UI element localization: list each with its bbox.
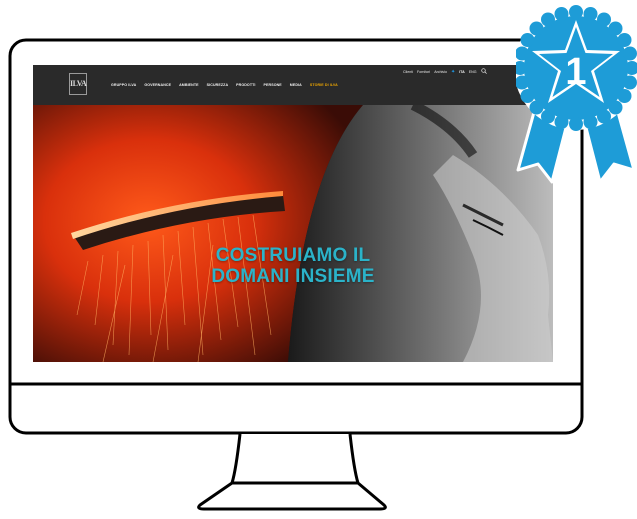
nav-item-governance[interactable]: GOVERNANCE — [144, 82, 171, 88]
illustration: ILVA GRUPPO ILVA GOVERNANCE AMBIENTE SIC… — [0, 0, 637, 519]
website-navbar: ILVA GRUPPO ILVA GOVERNANCE AMBIENTE SIC… — [33, 65, 553, 105]
hero-headline-line-2: DOMANI INSIEME — [211, 266, 375, 287]
top-link-clienti[interactable]: Clienti — [403, 69, 413, 75]
twitter-icon[interactable]: ✦ — [451, 69, 455, 75]
top-link-fornitori[interactable]: Fornitori — [417, 69, 430, 75]
nav-item-persone[interactable]: PERSONE — [264, 82, 282, 88]
website-screenshot: ILVA GRUPPO ILVA GOVERNANCE AMBIENTE SIC… — [33, 65, 553, 362]
top-link-archivio[interactable]: Archivio — [434, 69, 447, 75]
nav-item-media[interactable]: MEDIA — [290, 82, 302, 88]
main-navigation: GRUPPO ILVA GOVERNANCE AMBIENTE SICUREZZ… — [111, 82, 338, 88]
hero-headline-line-1: COSTRUIAMO IL — [215, 245, 371, 266]
ribbon-badge-icon: 1 — [516, 5, 637, 184]
nav-item-ambiente[interactable]: AMBIENTE — [179, 82, 199, 88]
nav-item-prodotti[interactable]: PRODOTTI — [236, 82, 255, 88]
utility-links: Clienti Fornitori Archivio ✦ ITA ENG — [403, 68, 487, 76]
search-icon[interactable] — [480, 68, 487, 76]
language-ita[interactable]: ITA — [459, 69, 465, 75]
nav-item-sicurezza[interactable]: SICUREZZA — [207, 82, 228, 88]
language-eng[interactable]: ENG — [469, 69, 477, 75]
badge-number: 1 — [565, 51, 586, 93]
company-logo[interactable]: ILVA — [69, 73, 87, 95]
hero-image — [33, 65, 553, 362]
nav-item-gruppo-ilva[interactable]: GRUPPO ILVA — [111, 82, 136, 88]
nav-item-storie-di-ilva[interactable]: STORIE DI ILVA — [310, 82, 338, 88]
hero-headline: COSTRUIAMO IL DOMANI INSIEME — [33, 245, 553, 287]
